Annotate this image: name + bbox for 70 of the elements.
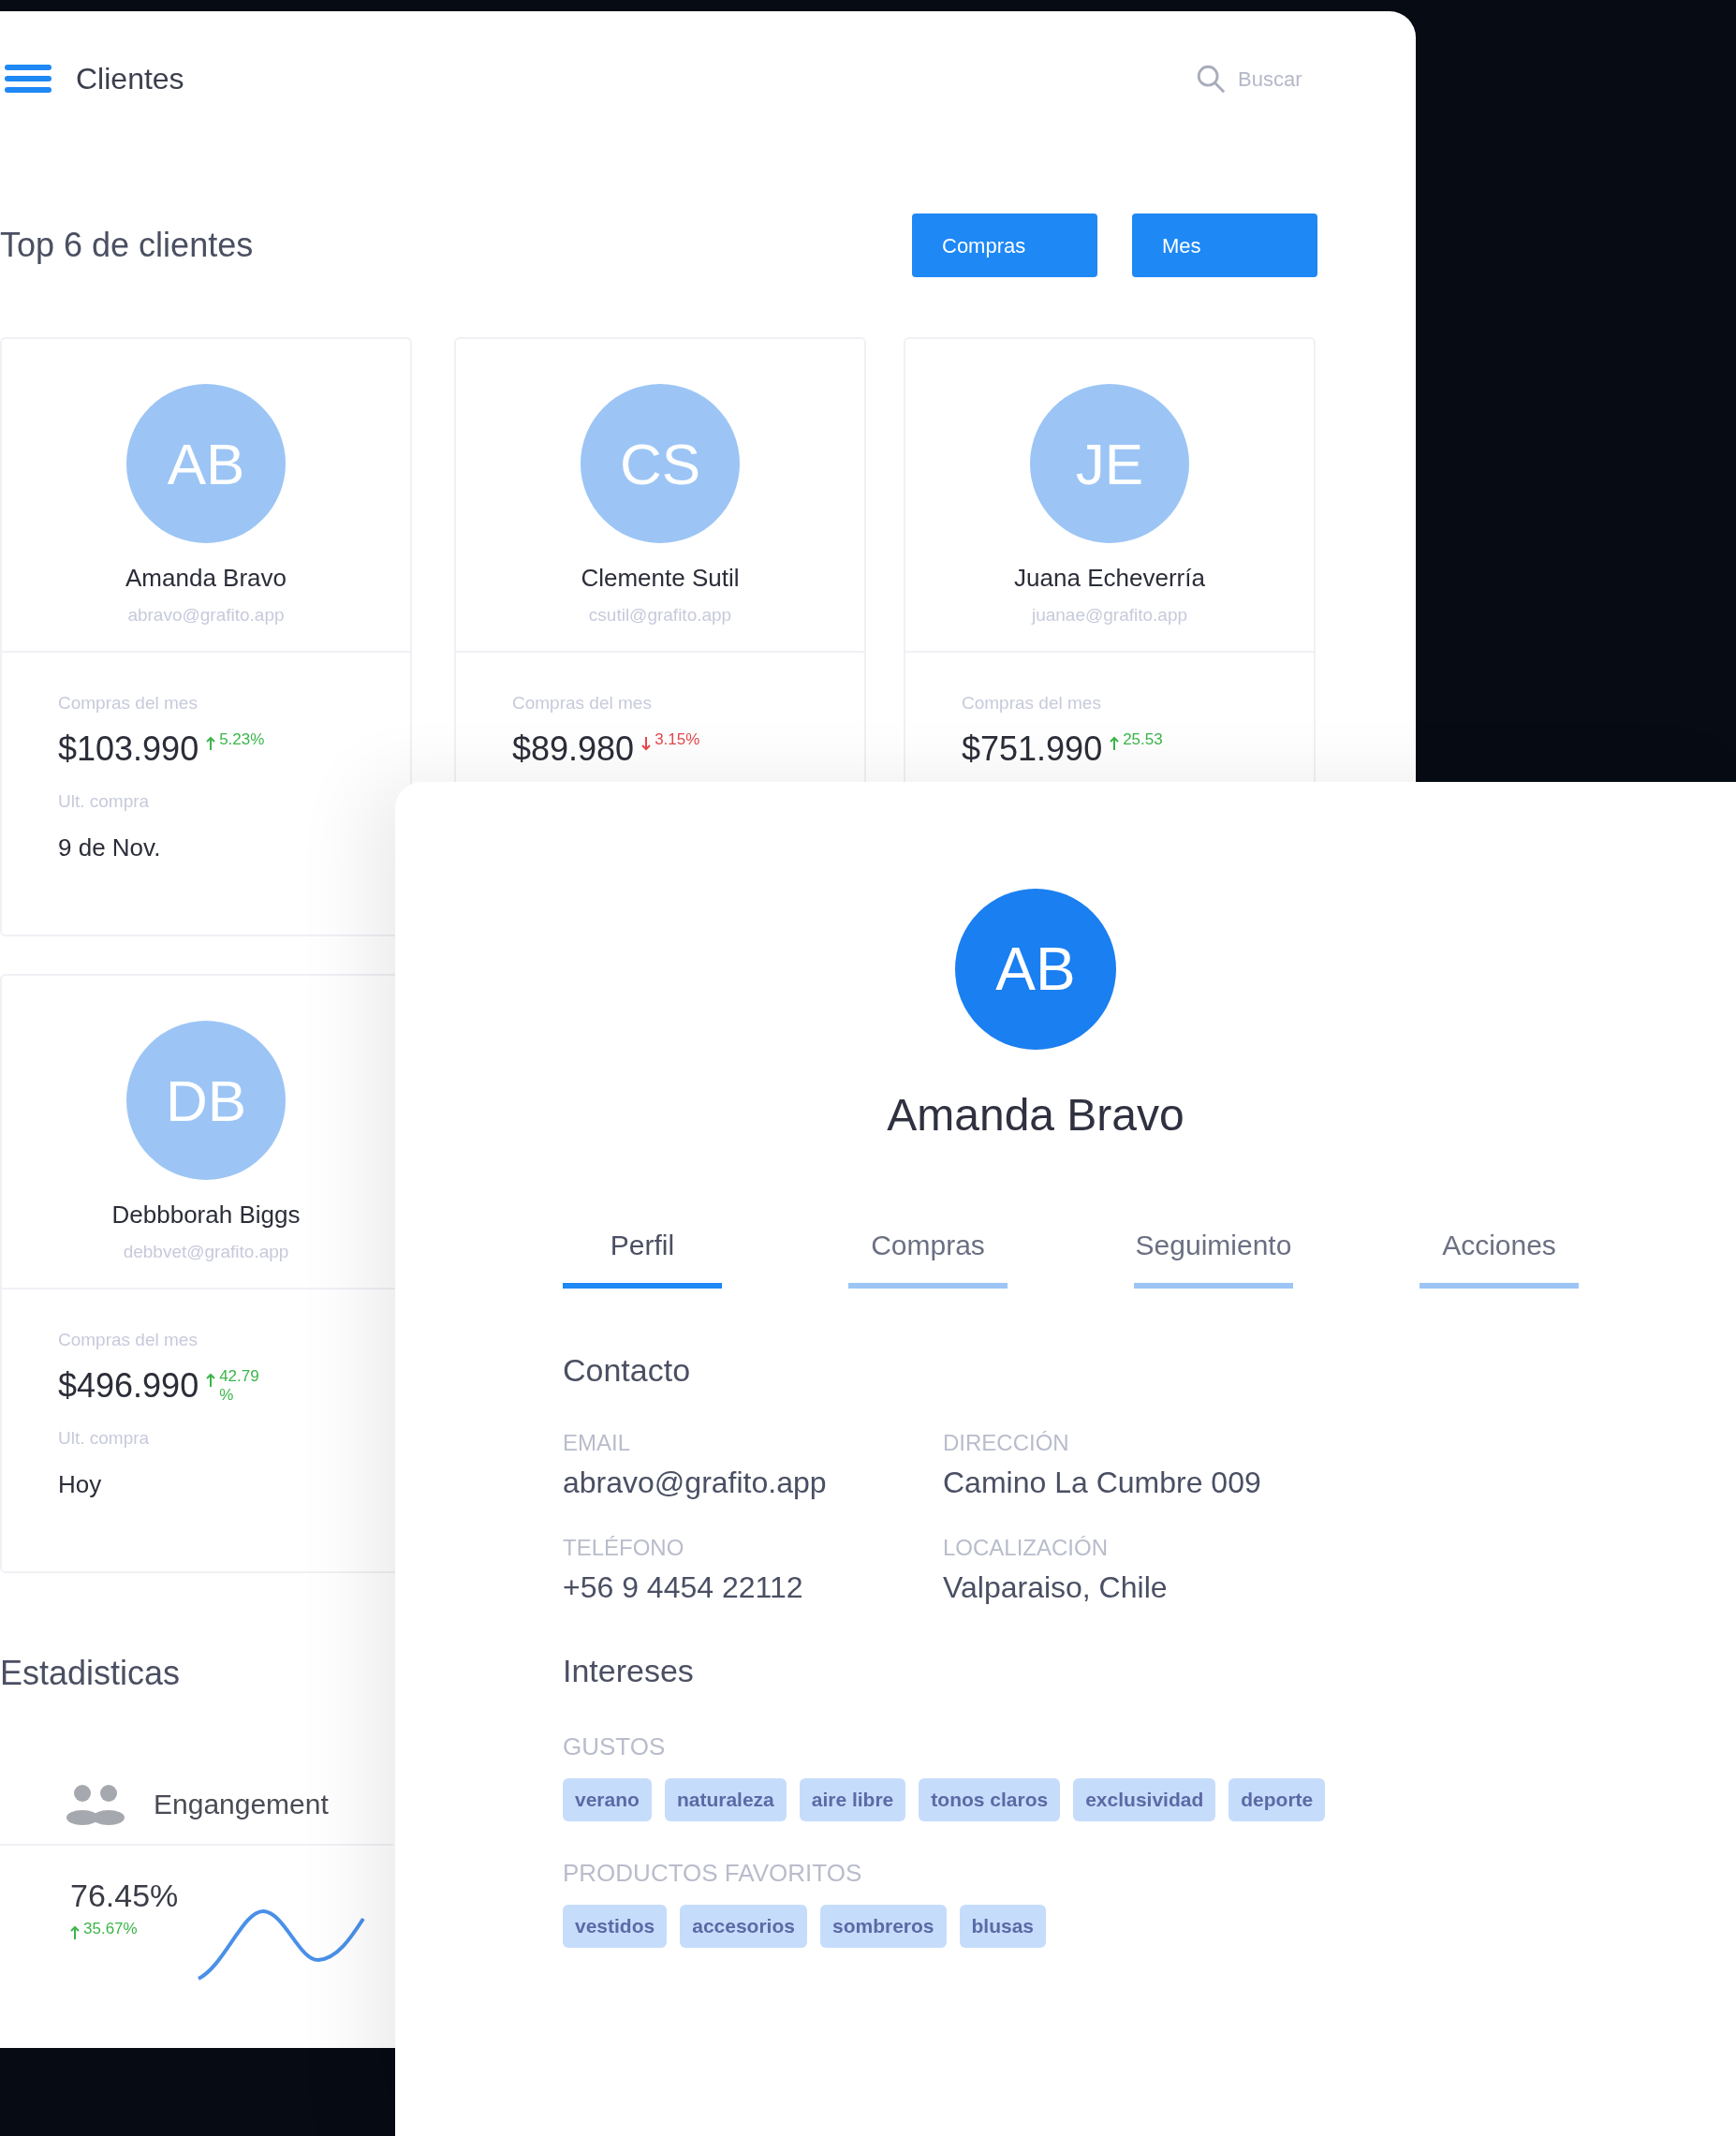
profile-tab[interactable]: Acciones: [1420, 1224, 1579, 1289]
client-email: debbvet@grafito.app: [123, 1241, 289, 1263]
client-email: abravo@grafito.app: [127, 604, 285, 626]
purchases-amount: $751.990: [962, 729, 1103, 768]
interest-tag: deporte: [1228, 1778, 1326, 1821]
avatar: JE: [1030, 384, 1189, 543]
search-field[interactable]: Buscar: [1195, 63, 1322, 95]
avatar: DB: [126, 1021, 286, 1180]
group-label: PRODUCTOS FAVORITOS: [563, 1858, 863, 1889]
profile-tab[interactable]: Seguimiento: [1134, 1224, 1293, 1289]
client-email: csutil@grafito.app: [588, 604, 732, 626]
field-label: TELÉFONO: [563, 1534, 685, 1562]
section-heading: Top 6 de clientes: [0, 225, 254, 266]
search-input[interactable]: Buscar: [1238, 63, 1322, 95]
interest-tag: sombreros: [819, 1905, 947, 1948]
field-value: abravo@grafito.app: [563, 1465, 828, 1501]
field-value: Camino La Cumbre 009: [943, 1465, 1262, 1501]
field-value: +56 9 4454 22112: [563, 1569, 804, 1606]
change-percent: 3.15%: [655, 729, 700, 749]
filter-button[interactable]: Mes: [1132, 214, 1317, 277]
interest-tag: accesorios: [680, 1905, 807, 1948]
change-percent: 5.23%: [219, 729, 265, 749]
client-name: Debbborah Biggs: [111, 1200, 301, 1230]
interest-tag: aire libre: [799, 1778, 906, 1821]
client-email: juanae@grafito.app: [1031, 604, 1188, 626]
search-icon: [1195, 63, 1227, 95]
purchases-amount: $496.990: [58, 1366, 199, 1405]
client-card[interactable]: AB Amanda Bravo abravo@grafito.app Compras del mes $103.990 5.23% Ult. compra 9 de Nov.: [0, 337, 412, 936]
field-label: EMAIL: [563, 1429, 632, 1457]
field-label: DIRECCIÓN: [943, 1429, 1070, 1457]
metric-value: 76.45%: [70, 1877, 179, 1915]
filter-button[interactable]: Compras: [912, 214, 1097, 277]
interest-tag: verano: [563, 1778, 652, 1821]
section-heading: Intereses: [563, 1652, 695, 1690]
last-purchase-label: Ult. compra: [58, 789, 151, 813]
section-heading: Contacto: [563, 1351, 692, 1390]
purchases-amount: $103.990: [58, 729, 199, 768]
group-label: GUSTOS: [563, 1731, 667, 1762]
last-purchase-label: Ult. compra: [58, 1426, 151, 1450]
interest-tag: tonos claros: [919, 1778, 1061, 1821]
purchases-label: Compras del mes: [962, 692, 1102, 714]
profile-name: Amanda Bravo: [887, 1089, 1184, 1142]
interest-tag: naturaleza: [664, 1778, 787, 1821]
client-name: Juana Echeverría: [1014, 563, 1205, 594]
change-percent: 35.67%: [83, 1920, 138, 1938]
purchases-amount: $89.980: [512, 729, 635, 768]
change-percent: 25.53: [1123, 729, 1163, 749]
avatar: CS: [581, 384, 740, 543]
page-title: Clientes: [76, 61, 184, 97]
field-value: Valparaiso, Chile: [943, 1569, 1169, 1606]
interest-tag: exclusividad: [1073, 1778, 1216, 1821]
purchases-label: Compras del mes: [512, 692, 653, 714]
profile-tab[interactable]: Compras: [848, 1224, 1008, 1289]
profile-tab[interactable]: Perfil: [563, 1224, 722, 1289]
users-icon: [66, 1783, 125, 1825]
last-purchase-date: Hoy: [58, 1469, 103, 1500]
purchases-label: Compras del mes: [58, 692, 199, 714]
interest-tag: vestidos: [563, 1905, 668, 1948]
field-label: LOCALIZACIÓN: [943, 1534, 1110, 1562]
purchases-label: Compras del mes: [58, 1329, 199, 1351]
metric-label: Engangement: [154, 1788, 329, 1821]
interest-tag: blusas: [959, 1905, 1047, 1948]
last-purchase-date: 9 de Nov.: [58, 832, 162, 863]
client-name: Clemente Sutil: [581, 563, 740, 594]
section-heading: Estadisticas: [0, 1653, 181, 1694]
client-name: Amanda Bravo: [125, 563, 287, 594]
profile-avatar: AB: [955, 889, 1116, 1050]
menu-icon[interactable]: [5, 65, 51, 93]
avatar: AB: [126, 384, 286, 543]
change-percent: 42.79 %: [219, 1366, 260, 1405]
